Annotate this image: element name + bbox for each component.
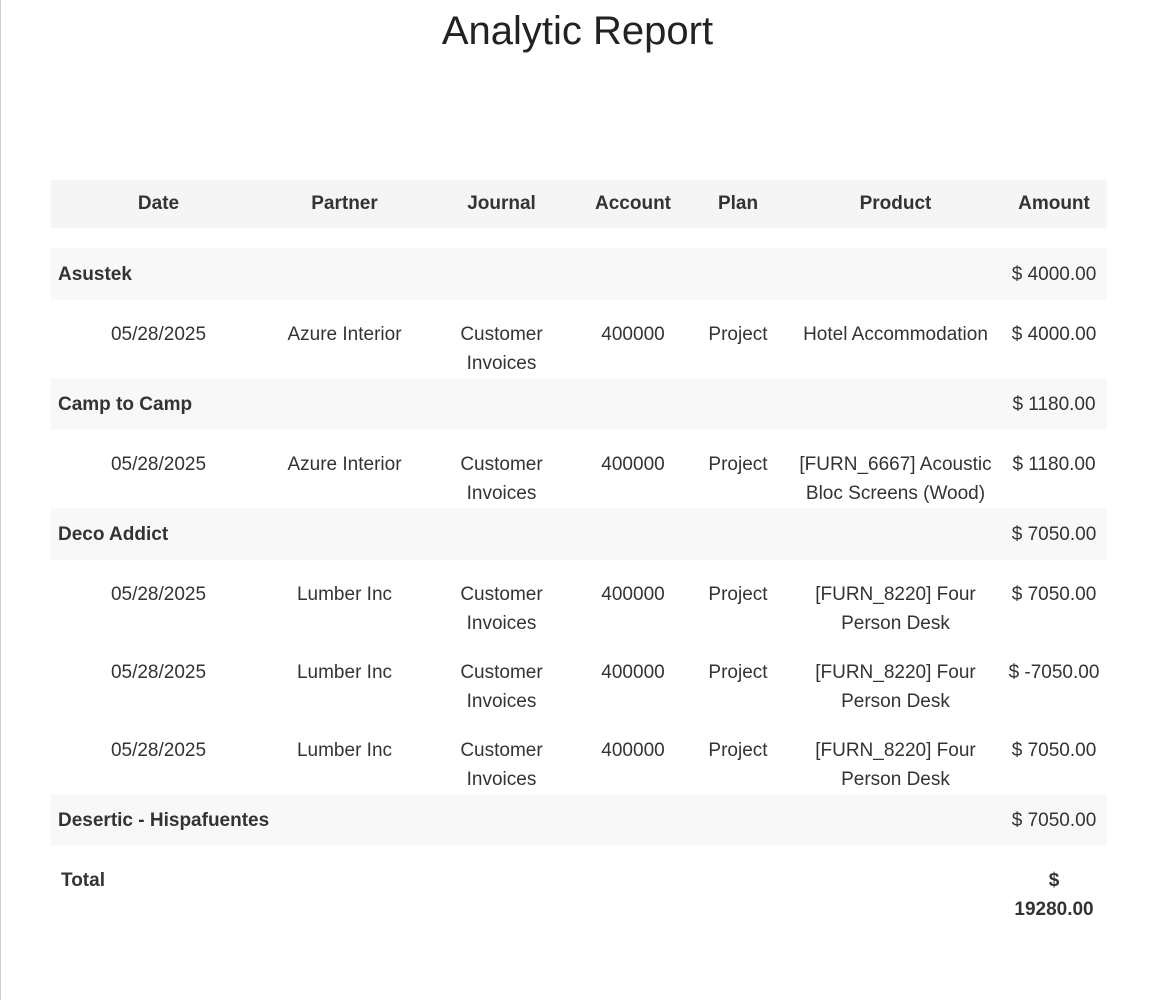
table-row: 05/28/2025 Azure Interior Customer Invoi… bbox=[51, 430, 1107, 508]
cell-journal: Customer Invoices bbox=[460, 662, 543, 712]
header-journal: Journal bbox=[423, 180, 580, 228]
cell-partner: Lumber Inc bbox=[296, 740, 393, 761]
table-row: 05/28/2025 Lumber Inc Customer Invoices … bbox=[51, 716, 1107, 794]
cell-partner: Lumber Inc bbox=[296, 584, 393, 605]
cell-date: 05/28/2025 bbox=[110, 584, 207, 605]
header-amount: Amount bbox=[1001, 180, 1107, 228]
cell-product: Hotel Accommodation bbox=[803, 324, 988, 345]
group-row: Asustek $ 4000.00 bbox=[51, 248, 1107, 300]
total-label: Total bbox=[61, 870, 105, 891]
cell-date: 05/28/2025 bbox=[110, 662, 207, 683]
cell-date: 05/28/2025 bbox=[110, 324, 207, 345]
header-partner: Partner bbox=[266, 180, 423, 228]
cell-plan: Project bbox=[708, 662, 768, 683]
cell-journal: Customer Invoices bbox=[460, 584, 543, 634]
spacer-row bbox=[51, 228, 1107, 248]
cell-amount: $ 4000.00 bbox=[1011, 324, 1097, 345]
cell-partner: Azure Interior bbox=[287, 324, 402, 345]
cell-amount: $ 7050.00 bbox=[1011, 584, 1097, 605]
cell-account: 400000 bbox=[601, 740, 665, 761]
group-row: Deco Addict $ 7050.00 bbox=[51, 508, 1107, 560]
header-date: Date bbox=[51, 180, 266, 228]
cell-date: 05/28/2025 bbox=[110, 740, 207, 761]
analytic-report-table: Date Partner Journal Account Plan Produc… bbox=[51, 180, 1107, 924]
cell-date: 05/28/2025 bbox=[110, 454, 207, 475]
group-name: Desertic - Hispafuentes bbox=[51, 794, 1001, 846]
cell-account: 400000 bbox=[601, 584, 665, 605]
cell-account: 400000 bbox=[601, 662, 665, 683]
cell-product: [FURN_6667] Acoustic Bloc Screens (Wood) bbox=[799, 454, 992, 504]
group-name: Asustek bbox=[51, 248, 1001, 300]
cell-partner: Lumber Inc bbox=[296, 662, 393, 683]
table-row: 05/28/2025 Lumber Inc Customer Invoices … bbox=[51, 638, 1107, 716]
cell-account: 400000 bbox=[601, 454, 665, 475]
table-row: 05/28/2025 Lumber Inc Customer Invoices … bbox=[51, 560, 1107, 638]
cell-amount: $ 1180.00 bbox=[1012, 454, 1096, 475]
cell-plan: Project bbox=[708, 324, 768, 345]
cell-journal: Customer Invoices bbox=[460, 740, 543, 790]
cell-partner: Azure Interior bbox=[287, 454, 402, 475]
group-amount: $ 1180.00 bbox=[1001, 378, 1107, 430]
cell-plan: Project bbox=[708, 740, 768, 761]
group-amount: $ 7050.00 bbox=[1001, 794, 1107, 846]
table-header-row: Date Partner Journal Account Plan Produc… bbox=[51, 180, 1107, 228]
table-row: 05/28/2025 Azure Interior Customer Invoi… bbox=[51, 300, 1107, 378]
cell-product: [FURN_8220] Four Person Desk bbox=[815, 740, 976, 790]
cell-journal: Customer Invoices bbox=[460, 324, 543, 374]
group-name: Deco Addict bbox=[51, 508, 1001, 560]
cell-journal: Customer Invoices bbox=[460, 454, 543, 504]
group-amount: $ 4000.00 bbox=[1001, 248, 1107, 300]
header-plan: Plan bbox=[686, 180, 790, 228]
total-row: Total $ 19280.00 bbox=[51, 846, 1107, 924]
cell-account: 400000 bbox=[601, 324, 665, 345]
header-account: Account bbox=[580, 180, 686, 228]
cell-plan: Project bbox=[708, 584, 768, 605]
cell-amount: $ 7050.00 bbox=[1011, 740, 1097, 761]
report-title: Analytic Report bbox=[441, 9, 714, 53]
group-row: Camp to Camp $ 1180.00 bbox=[51, 378, 1107, 430]
group-row: Desertic - Hispafuentes $ 7050.00 bbox=[51, 794, 1107, 846]
group-name: Camp to Camp bbox=[51, 378, 1001, 430]
total-amount: $ 19280.00 bbox=[1014, 870, 1094, 920]
spacer-cell bbox=[51, 228, 1107, 248]
cell-plan: Project bbox=[708, 454, 768, 475]
cell-product: [FURN_8220] Four Person Desk bbox=[815, 662, 976, 712]
cell-product: [FURN_8220] Four Person Desk bbox=[815, 584, 976, 634]
report-page: Analytic Report Date Partner Journal Acc… bbox=[0, 0, 1153, 1000]
header-product: Product bbox=[790, 180, 1001, 228]
cell-amount: $ -7050.00 bbox=[1008, 662, 1100, 683]
group-amount: $ 7050.00 bbox=[1001, 508, 1107, 560]
